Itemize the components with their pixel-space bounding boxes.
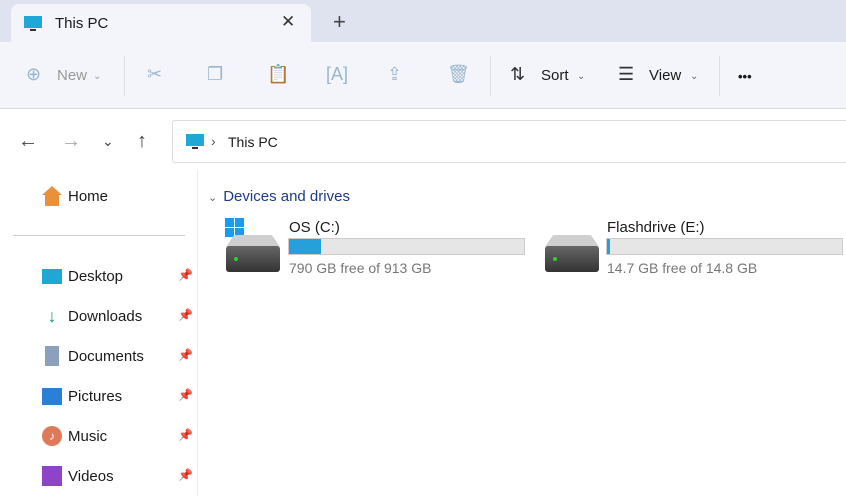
sidebar-item-label: Music: [68, 427, 108, 445]
new-tab-button[interactable]: +: [333, 9, 346, 35]
close-tab-button[interactable]: ✕: [281, 12, 295, 32]
drive-body: [226, 246, 280, 272]
drive-free-space: 790 GB free of 913 GB: [289, 260, 432, 276]
address-bar[interactable]: › This PC: [172, 120, 846, 163]
sidebar-item-label: Home: [68, 187, 109, 205]
drive-free-space: 14.7 GB free of 14.8 GB: [607, 260, 758, 276]
recent-locations-button[interactable]: ⌄: [102, 133, 114, 150]
tab-bar: This PC ✕ +: [0, 0, 846, 42]
drive-e[interactable]: Flashdrive (E:) 14.7 GB free of 14.8 GB: [541, 215, 846, 280]
breadcrumb-this-pc[interactable]: This PC: [228, 134, 278, 150]
drive-c[interactable]: OS (C:) 790 GB free of 913 GB: [222, 215, 532, 280]
videos-icon: [42, 466, 62, 486]
chevron-down-icon: ⌄: [208, 192, 218, 204]
pin-icon[interactable]: 📌: [178, 348, 193, 362]
sidebar-item-desktop[interactable]: Desktop: [42, 264, 123, 288]
drive-led: [234, 257, 238, 261]
sidebar-item-music[interactable]: ♪ Music: [42, 424, 107, 448]
new-button[interactable]: New: [57, 67, 87, 84]
up-button[interactable]: ↑: [137, 130, 147, 153]
monitor-icon: [186, 134, 204, 149]
drive-name: OS (C:): [289, 219, 340, 236]
view-icon[interactable]: ☰: [618, 64, 634, 85]
music-icon: ♪: [42, 426, 62, 446]
pin-icon[interactable]: 📌: [178, 468, 193, 482]
sidebar-item-label: Videos: [68, 467, 114, 485]
drive-usage-bar: [606, 238, 843, 255]
monitor-icon: [24, 16, 42, 31]
divider: [490, 56, 491, 96]
drive-usage-fill: [289, 239, 321, 254]
chevron-down-icon: ⌄: [577, 71, 586, 82]
back-button[interactable]: ←: [18, 130, 38, 153]
sidebar-item-documents[interactable]: Documents: [42, 344, 144, 368]
command-bar: ⊕ New ⌄ ✂ ❐ 📋 [A] ⇪ 🗑 ⇅ Sort ⌄ ☰ View ⌄ …: [0, 42, 846, 109]
drive-usage-fill: [607, 239, 610, 254]
pictures-icon: [42, 387, 62, 405]
sidebar-item-videos[interactable]: Videos: [42, 464, 114, 488]
pin-icon[interactable]: 📌: [178, 388, 193, 402]
breadcrumb-separator: ›: [211, 133, 216, 149]
forward-button[interactable]: →: [61, 130, 81, 153]
divider: [719, 56, 720, 96]
sort-button[interactable]: Sort: [541, 67, 569, 84]
sidebar-item-label: Downloads: [68, 307, 143, 325]
pin-icon[interactable]: 📌: [178, 268, 193, 282]
sidebar-item-label: Documents: [68, 347, 144, 365]
home-icon: [42, 186, 62, 206]
sidebar-item-label: Pictures: [68, 387, 123, 405]
chevron-down-icon: ⌄: [690, 71, 699, 82]
drive-name: Flashdrive (E:): [607, 219, 705, 236]
tab-this-pc[interactable]: This PC ✕: [11, 4, 311, 42]
navigation-pane: Home Desktop 📌 ↓ Downloads 📌 Documents 📌 …: [0, 170, 198, 496]
desktop-icon: [42, 268, 62, 284]
rename-icon[interactable]: [A]: [326, 64, 348, 85]
sidebar-item-downloads[interactable]: ↓ Downloads: [42, 304, 143, 328]
divider: [13, 235, 185, 236]
sidebar-item-label: Desktop: [68, 267, 124, 285]
paste-icon[interactable]: 📋: [267, 64, 289, 85]
sidebar-item-home[interactable]: Home: [42, 184, 108, 208]
new-icon[interactable]: ⊕: [26, 64, 41, 85]
share-icon[interactable]: ⇪: [387, 64, 402, 85]
section-header-devices[interactable]: ⌄ Devices and drives: [208, 188, 350, 205]
download-icon: ↓: [47, 306, 57, 326]
copy-icon[interactable]: ❐: [207, 64, 223, 85]
chevron-down-icon: ⌄: [93, 71, 102, 82]
drive-usage-bar: [288, 238, 525, 255]
sort-icon[interactable]: ⇅: [510, 64, 525, 85]
delete-icon[interactable]: 🗑: [447, 64, 470, 85]
sidebar-item-pictures[interactable]: Pictures: [42, 384, 122, 408]
view-button[interactable]: View: [649, 67, 681, 84]
divider: [124, 56, 125, 96]
cut-icon[interactable]: ✂: [147, 64, 162, 85]
drive-led: [553, 257, 557, 261]
pin-icon[interactable]: 📌: [178, 428, 193, 442]
document-icon: [45, 346, 59, 366]
more-options-button[interactable]: •••: [738, 69, 752, 84]
tab-title: This PC: [55, 15, 109, 32]
section-title: Devices and drives: [223, 188, 350, 205]
pin-icon[interactable]: 📌: [178, 308, 193, 322]
drive-body: [545, 246, 599, 272]
